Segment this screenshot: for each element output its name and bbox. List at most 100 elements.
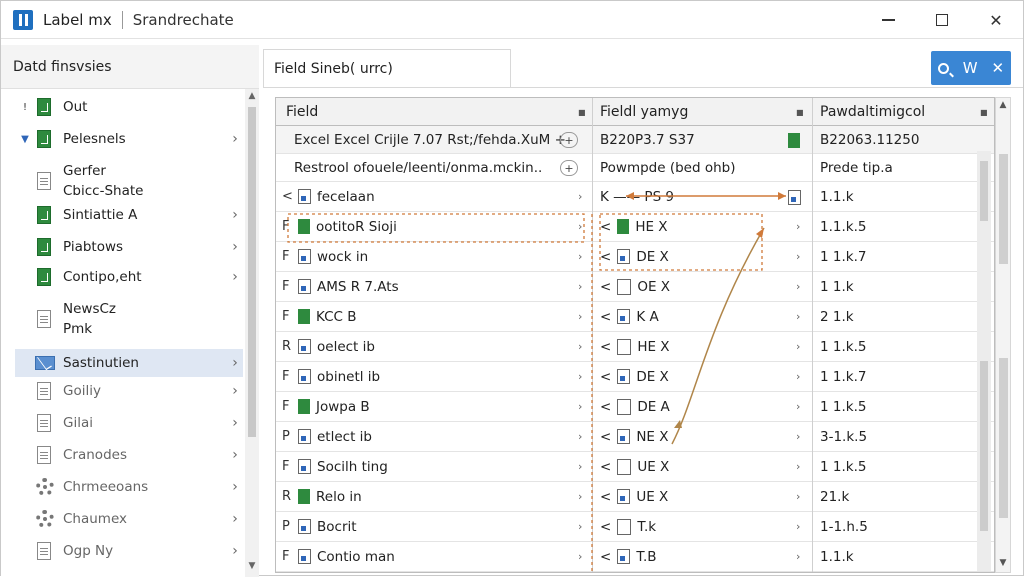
chevron-right-icon[interactable]: › <box>796 220 800 233</box>
chevron-right-icon[interactable]: › <box>578 430 582 443</box>
chevron-right-icon[interactable]: › <box>578 340 582 353</box>
value-cell[interactable]: Prede tip.a <box>820 154 980 181</box>
chevron-right-icon[interactable]: › <box>227 479 243 495</box>
table-row[interactable]: Restrool ofouele/leenti/onma.mckin.. + Pow… <box>276 154 994 182</box>
chevron-right-icon[interactable]: › <box>227 447 243 463</box>
chevron-right-icon[interactable]: › <box>578 280 582 293</box>
sidebar-item[interactable]: Contipo,eht › <box>15 267 243 287</box>
chevron-left-icon[interactable]: < <box>600 279 611 295</box>
value-cell[interactable]: 3-1.k.5 <box>820 422 980 451</box>
search-icon[interactable] <box>937 62 949 74</box>
chevron-right-icon[interactable]: › <box>227 269 243 285</box>
close-button[interactable]: ✕ <box>971 1 1021 39</box>
add-icon[interactable]: + <box>560 132 578 148</box>
value-cell[interactable]: 1 1.k.5 <box>820 332 980 361</box>
field-cell[interactable]: Fwock in <box>276 242 590 271</box>
field-cell[interactable]: < fecelaan <box>276 182 590 211</box>
add-icon[interactable]: + <box>560 160 578 176</box>
chevron-right-icon[interactable]: › <box>578 460 582 473</box>
chevron-right-icon[interactable]: › <box>227 239 243 255</box>
table-row[interactable]: FootitoR Sioji › < HE X › 1.1.k.5 <box>276 212 994 242</box>
value-cell[interactable]: B22063.11250 <box>820 126 980 153</box>
maximize-button[interactable] <box>917 1 967 39</box>
chevron-right-icon[interactable]: › <box>578 490 582 503</box>
chevron-left-icon[interactable]: < <box>600 549 611 565</box>
table-row[interactable]: < fecelaan › K —— PS 9 1.1.k <box>276 182 994 212</box>
chevron-right-icon[interactable]: › <box>578 370 582 383</box>
chevron-left-icon[interactable]: < <box>600 369 611 385</box>
grid-scrollbar[interactable]: ▲ ▼ <box>995 97 1011 573</box>
field-cell[interactable]: FootitoR Sioji <box>276 212 590 241</box>
minimize-button[interactable] <box>863 1 913 39</box>
field-cell[interactable]: F Socilh ting <box>276 452 590 481</box>
field-cell[interactable]: P Bocrit <box>276 512 590 541</box>
column-header-value[interactable]: Pawdaltimigcol <box>820 98 980 125</box>
column-header-field[interactable]: Field <box>286 98 586 125</box>
chevron-right-icon[interactable]: › <box>227 131 243 147</box>
scroll-up-icon[interactable]: ▲ <box>245 91 259 101</box>
mapping-cell[interactable]: < K A <box>594 302 794 331</box>
expand-icon[interactable]: ▼ <box>15 134 35 145</box>
grid-scroll-thumb-lower[interactable] <box>999 358 1008 518</box>
scroll-down-icon[interactable]: ▼ <box>996 558 1010 568</box>
mapping-cell[interactable]: < DE X <box>594 242 794 271</box>
clear-search-icon[interactable]: ✕ <box>991 59 1004 77</box>
tab-field-source[interactable]: Field Sineb( urrc) <box>263 49 511 87</box>
mapping-cell[interactable]: < UE X <box>594 482 794 511</box>
sidebar-item[interactable]: Chrmeeoans › <box>15 477 243 497</box>
chevron-right-icon[interactable]: › <box>227 511 243 527</box>
table-row[interactable]: Excel Excel Crijle 7.07 Rst;/fehda.XuM +… <box>276 126 994 154</box>
sidebar-item[interactable]: NewsCz Pmk <box>15 299 243 339</box>
field-cell[interactable]: F Contio man <box>276 542 590 571</box>
chevron-right-icon[interactable]: › <box>796 460 800 473</box>
checkbox[interactable] <box>617 398 632 415</box>
value-cell[interactable]: 1.1.k.5 <box>820 212 980 241</box>
document-icon[interactable] <box>617 249 631 264</box>
value-cell[interactable]: 1 1.k <box>820 272 980 301</box>
sidebar-item[interactable]: Gilai › <box>15 413 243 433</box>
chevron-right-icon[interactable]: › <box>796 550 800 563</box>
sidebar-scroll-thumb[interactable] <box>248 107 256 437</box>
mapping-cell[interactable]: B220P3.7 S37 <box>594 126 794 153</box>
sidebar-item[interactable]: Sintiattie A › <box>15 205 243 225</box>
sort-icon[interactable]: ■ <box>578 108 586 117</box>
chevron-right-icon[interactable]: › <box>578 190 582 203</box>
chevron-left-icon[interactable]: < <box>600 459 611 475</box>
chevron-right-icon[interactable]: › <box>796 250 800 263</box>
grid-inner-scroll-thumb-lower[interactable] <box>980 361 988 531</box>
chevron-right-icon[interactable]: › <box>227 207 243 223</box>
mapping-cell[interactable]: < HE X <box>594 212 794 241</box>
table-row[interactable]: F KCC B › < K A › 2 1.k <box>276 302 994 332</box>
field-cell[interactable]: R Relo in <box>276 482 590 511</box>
chevron-left-icon[interactable]: < <box>600 519 611 535</box>
table-row[interactable]: Petlect ib › < NE X › 3-1.k.5 <box>276 422 994 452</box>
sidebar-item[interactable]: Gerfer Cbicc-Shate <box>15 161 243 201</box>
chevron-right-icon[interactable]: › <box>796 340 800 353</box>
mapping-cell[interactable]: < OE X <box>594 272 794 301</box>
checkbox[interactable] <box>617 518 632 535</box>
chevron-left-icon[interactable]: < <box>600 489 611 505</box>
chevron-left-icon[interactable]: < <box>600 429 611 445</box>
chevron-right-icon[interactable]: › <box>796 280 800 293</box>
field-cell[interactable]: Restrool ofouele/leenti/onma.mckin.. <box>276 154 590 181</box>
mapping-cell[interactable]: < HE X <box>594 332 794 361</box>
chevron-left-icon[interactable]: < <box>600 219 611 235</box>
scroll-down-icon[interactable]: ▼ <box>245 561 259 571</box>
sidebar-item[interactable]: ▼ Pelesnels › <box>15 129 243 149</box>
value-cell[interactable]: 1.1.k <box>820 182 980 211</box>
chevron-right-icon[interactable]: › <box>578 310 582 323</box>
table-row[interactable]: P Bocrit › < T.k › 1-1.h.5 <box>276 512 994 542</box>
grid-inner-scrollbar[interactable] <box>977 151 991 571</box>
table-row[interactable]: Fwock in › < DE X › 1 1.k.7 <box>276 242 994 272</box>
scroll-up-icon[interactable]: ▲ <box>996 100 1010 110</box>
grid-scroll-thumb[interactable] <box>999 154 1008 264</box>
sort-icon[interactable]: ■ <box>796 108 804 117</box>
chevron-right-icon[interactable]: › <box>227 383 243 399</box>
mapping-cell[interactable]: K —— PS 9 <box>594 182 794 211</box>
excel-file-icon[interactable] <box>617 219 630 234</box>
chevron-right-icon[interactable]: › <box>796 490 800 503</box>
chevron-left-icon[interactable]: < <box>600 249 611 265</box>
chevron-right-icon[interactable]: › <box>227 415 243 431</box>
checkbox[interactable] <box>617 278 632 295</box>
sidebar-item[interactable]: Sastinutien › <box>15 349 243 377</box>
